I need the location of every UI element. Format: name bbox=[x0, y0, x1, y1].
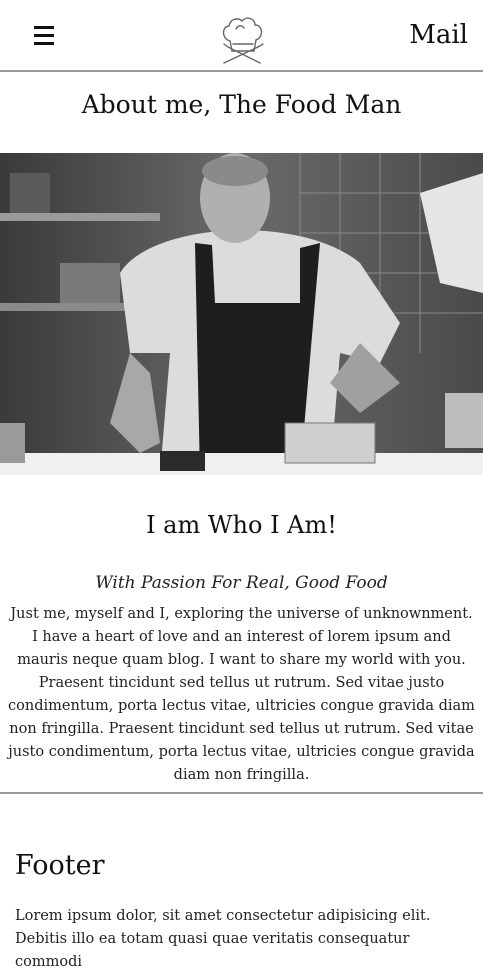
about-bio-text: Just me, myself and I, exploring the uni… bbox=[8, 606, 475, 783]
footer-heading: Footer bbox=[15, 850, 105, 881]
page-title: About me, The Food Man bbox=[81, 90, 402, 119]
mail-link[interactable]: Mail bbox=[409, 20, 468, 50]
section-divider bbox=[0, 792, 483, 794]
about-heading: I am Who I Am! bbox=[146, 511, 337, 539]
footer-text: Lorem ipsum dolor, sit amet consectetur … bbox=[15, 908, 431, 970]
hero-chef-photo bbox=[0, 153, 483, 475]
chef-hat-logo-icon[interactable] bbox=[214, 11, 270, 67]
top-navigation-bar: Mail bbox=[0, 0, 483, 72]
hamburger-menu-icon[interactable] bbox=[34, 24, 56, 46]
about-tagline: With Passion For Real, Good Food bbox=[95, 573, 388, 593]
